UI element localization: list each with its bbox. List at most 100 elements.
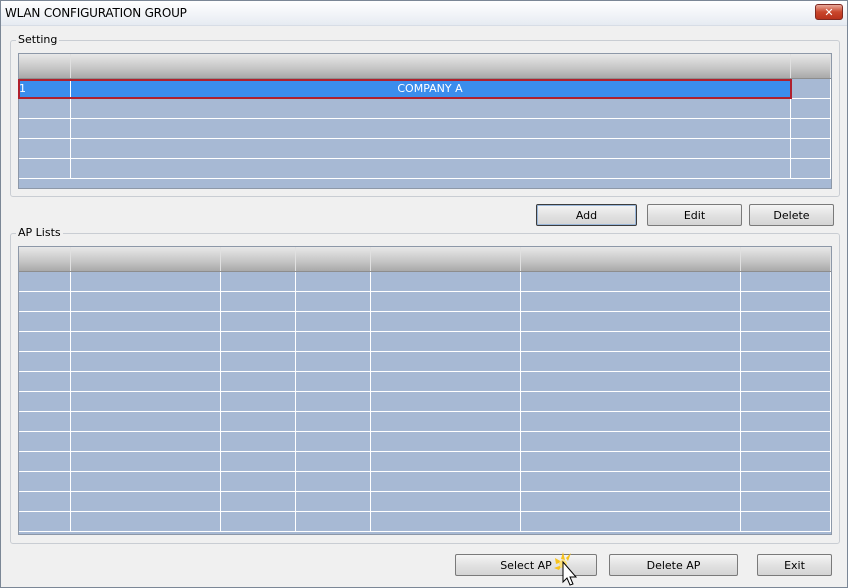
table-cell[interactable] [520, 491, 741, 512]
table-cell[interactable] [295, 371, 371, 392]
group-name-cell[interactable]: COMPANY A [70, 78, 791, 99]
table-cell[interactable] [70, 311, 221, 332]
table-cell[interactable] [520, 331, 741, 352]
table-row[interactable] [19, 158, 831, 179]
table-cell[interactable] [19, 391, 71, 412]
table-cell[interactable] [520, 471, 741, 492]
table-cell[interactable] [295, 511, 371, 532]
table-cell[interactable] [19, 371, 71, 392]
table-row[interactable] [19, 431, 831, 452]
table-cell[interactable] [70, 351, 221, 372]
table-cell[interactable] [520, 271, 741, 292]
table-cell[interactable] [19, 291, 71, 312]
table-row[interactable] [19, 311, 831, 332]
table-cell[interactable] [70, 471, 221, 492]
table-cell[interactable] [520, 511, 741, 532]
table-cell[interactable] [740, 451, 831, 472]
table-cell[interactable] [370, 491, 521, 512]
table-cell[interactable] [790, 138, 831, 159]
table-cell[interactable] [220, 471, 296, 492]
table-row[interactable] [19, 118, 831, 139]
table-row[interactable] [19, 331, 831, 352]
table-cell[interactable] [19, 331, 71, 352]
table-cell[interactable] [370, 511, 521, 532]
table-cell[interactable] [70, 431, 221, 452]
table-cell[interactable] [740, 271, 831, 292]
table-cell[interactable] [520, 451, 741, 472]
table-cell[interactable] [220, 271, 296, 292]
table-cell[interactable] [295, 311, 371, 332]
table-cell[interactable] [70, 118, 791, 139]
table-cell[interactable] [70, 391, 221, 412]
row-number-cell[interactable]: 1 [19, 78, 71, 99]
table-cell[interactable] [740, 411, 831, 432]
table-cell[interactable] [220, 331, 296, 352]
table-row[interactable] [19, 351, 831, 372]
table-cell[interactable] [70, 511, 221, 532]
column-header[interactable] [520, 247, 741, 272]
table-row[interactable] [19, 271, 831, 292]
table-cell[interactable] [19, 351, 71, 372]
table-row[interactable] [19, 138, 831, 159]
table-cell[interactable] [70, 411, 221, 432]
table-cell[interactable] [19, 98, 71, 119]
table-cell[interactable] [70, 271, 221, 292]
table-cell[interactable] [295, 451, 371, 472]
table-cell[interactable] [740, 391, 831, 412]
table-row[interactable] [19, 291, 831, 312]
column-header[interactable] [70, 247, 221, 272]
add-button[interactable]: Add [536, 204, 637, 226]
table-cell[interactable] [740, 491, 831, 512]
table-cell[interactable] [790, 78, 831, 99]
table-cell[interactable] [19, 311, 71, 332]
table-cell[interactable] [370, 391, 521, 412]
table-cell[interactable] [295, 291, 371, 312]
table-cell[interactable] [70, 331, 221, 352]
column-header[interactable] [19, 247, 71, 272]
table-cell[interactable] [740, 331, 831, 352]
table-cell[interactable] [520, 311, 741, 332]
column-header[interactable] [220, 247, 296, 272]
table-cell[interactable] [19, 471, 71, 492]
delete-button[interactable]: Delete [749, 204, 834, 226]
table-cell[interactable] [740, 291, 831, 312]
table-cell[interactable] [19, 118, 71, 139]
table-cell[interactable] [520, 391, 741, 412]
table-row[interactable] [19, 391, 831, 412]
table-cell[interactable] [295, 411, 371, 432]
table-row[interactable] [19, 491, 831, 512]
table-cell[interactable] [70, 158, 791, 179]
table-cell[interactable] [295, 471, 371, 492]
table-cell[interactable] [19, 411, 71, 432]
column-header[interactable] [790, 54, 831, 79]
table-cell[interactable] [740, 351, 831, 372]
table-cell[interactable] [790, 158, 831, 179]
table-cell[interactable] [19, 451, 71, 472]
table-cell[interactable] [70, 138, 791, 159]
column-header[interactable] [295, 247, 371, 272]
table-row[interactable] [19, 371, 831, 392]
table-cell[interactable] [70, 291, 221, 312]
delete-ap-button[interactable]: Delete AP [609, 554, 738, 576]
table-cell[interactable] [370, 351, 521, 372]
title-bar[interactable]: WLAN CONFIGURATION GROUP ✕ [1, 1, 847, 26]
ap-lists-grid[interactable] [18, 246, 832, 535]
table-cell[interactable] [70, 371, 221, 392]
table-row[interactable] [19, 511, 831, 532]
table-cell[interactable] [19, 271, 71, 292]
table-row[interactable] [19, 471, 831, 492]
table-cell[interactable] [740, 371, 831, 392]
table-row[interactable] [19, 98, 831, 119]
table-cell[interactable] [370, 431, 521, 452]
table-row[interactable] [19, 451, 831, 472]
table-cell[interactable] [520, 411, 741, 432]
table-cell[interactable] [19, 431, 71, 452]
table-cell[interactable] [70, 98, 791, 119]
table-cell[interactable] [370, 331, 521, 352]
table-cell[interactable] [790, 118, 831, 139]
table-cell[interactable] [220, 491, 296, 512]
table-cell[interactable] [370, 311, 521, 332]
table-cell[interactable] [220, 371, 296, 392]
table-cell[interactable] [220, 291, 296, 312]
table-cell[interactable] [220, 351, 296, 372]
